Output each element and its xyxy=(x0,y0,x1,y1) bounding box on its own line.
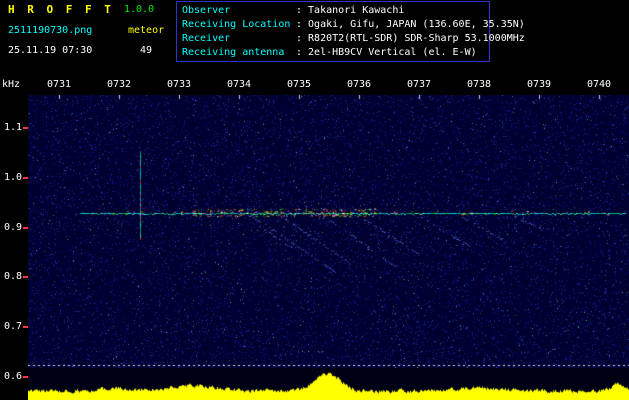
x-axis-tick-label: 0738 xyxy=(465,79,493,90)
receiver-label: Receiver xyxy=(182,32,296,46)
y-axis-tick-label: 0.9 xyxy=(0,222,22,233)
level-meter-canvas xyxy=(28,368,629,400)
output-filename: 2511190730.png xyxy=(8,25,92,36)
antenna-value: : 2el-HB9CV Vertical (el. E-W) xyxy=(296,47,477,58)
observation-datetime: 25.11.19 07:30 xyxy=(8,45,92,56)
station-info-panel: Observer: Takanori Kawachi Receiving Loc… xyxy=(176,1,490,62)
spectrogram-canvas xyxy=(28,95,629,368)
x-axis-tick-label: 0734 xyxy=(225,79,253,90)
x-axis-tick-label: 0731 xyxy=(45,79,73,90)
app-title: H R O F F T xyxy=(8,3,114,16)
info-row-receiver: Receiver: R820T2(RTL-SDR) SDR-Sharp 53.1… xyxy=(182,32,489,46)
observer-value: : Takanori Kawachi xyxy=(296,5,404,16)
location-label: Receiving Location xyxy=(182,18,296,32)
y-axis-tick-label: 0.8 xyxy=(0,271,22,282)
info-row-antenna: Receiving antenna: 2el-HB9CV Vertical (e… xyxy=(182,46,489,60)
x-axis-tick-label: 0739 xyxy=(525,79,553,90)
info-row-location: Receiving Location: Ogaki, Gifu, JAPAN (… xyxy=(182,18,489,32)
hrofft-window: H R O F F T 1.0.0 2511190730.png meteor … xyxy=(0,0,629,400)
x-axis-tick-label: 0737 xyxy=(405,79,433,90)
receiver-value: : R820T2(RTL-SDR) SDR-Sharp 53.1000MHz xyxy=(296,33,525,44)
y-axis-tick-label: 1.0 xyxy=(0,172,22,183)
x-axis-tick-label: 0732 xyxy=(105,79,133,90)
x-axis-tick-label: 0733 xyxy=(165,79,193,90)
info-row-observer: Observer: Takanori Kawachi xyxy=(182,4,489,18)
mode-label: meteor xyxy=(128,25,164,36)
y-axis-tick-label: 0.7 xyxy=(0,321,22,332)
x-axis-tick-label: 0735 xyxy=(285,79,313,90)
y-axis-tick-label: 1.1 xyxy=(0,122,22,133)
observer-label: Observer xyxy=(182,4,296,18)
x-axis-tick-label: 0736 xyxy=(345,79,373,90)
app-version: 1.0.0 xyxy=(124,4,154,15)
antenna-label: Receiving antenna xyxy=(182,46,296,60)
location-value: : Ogaki, Gifu, JAPAN (136.60E, 35.35N) xyxy=(296,19,525,30)
x-axis-tick-label: 0740 xyxy=(585,79,613,90)
echo-count: 49 xyxy=(140,45,152,56)
y-axis-unit-label: kHz xyxy=(2,79,20,90)
y-axis-tick-label: 0.6 xyxy=(0,371,22,382)
